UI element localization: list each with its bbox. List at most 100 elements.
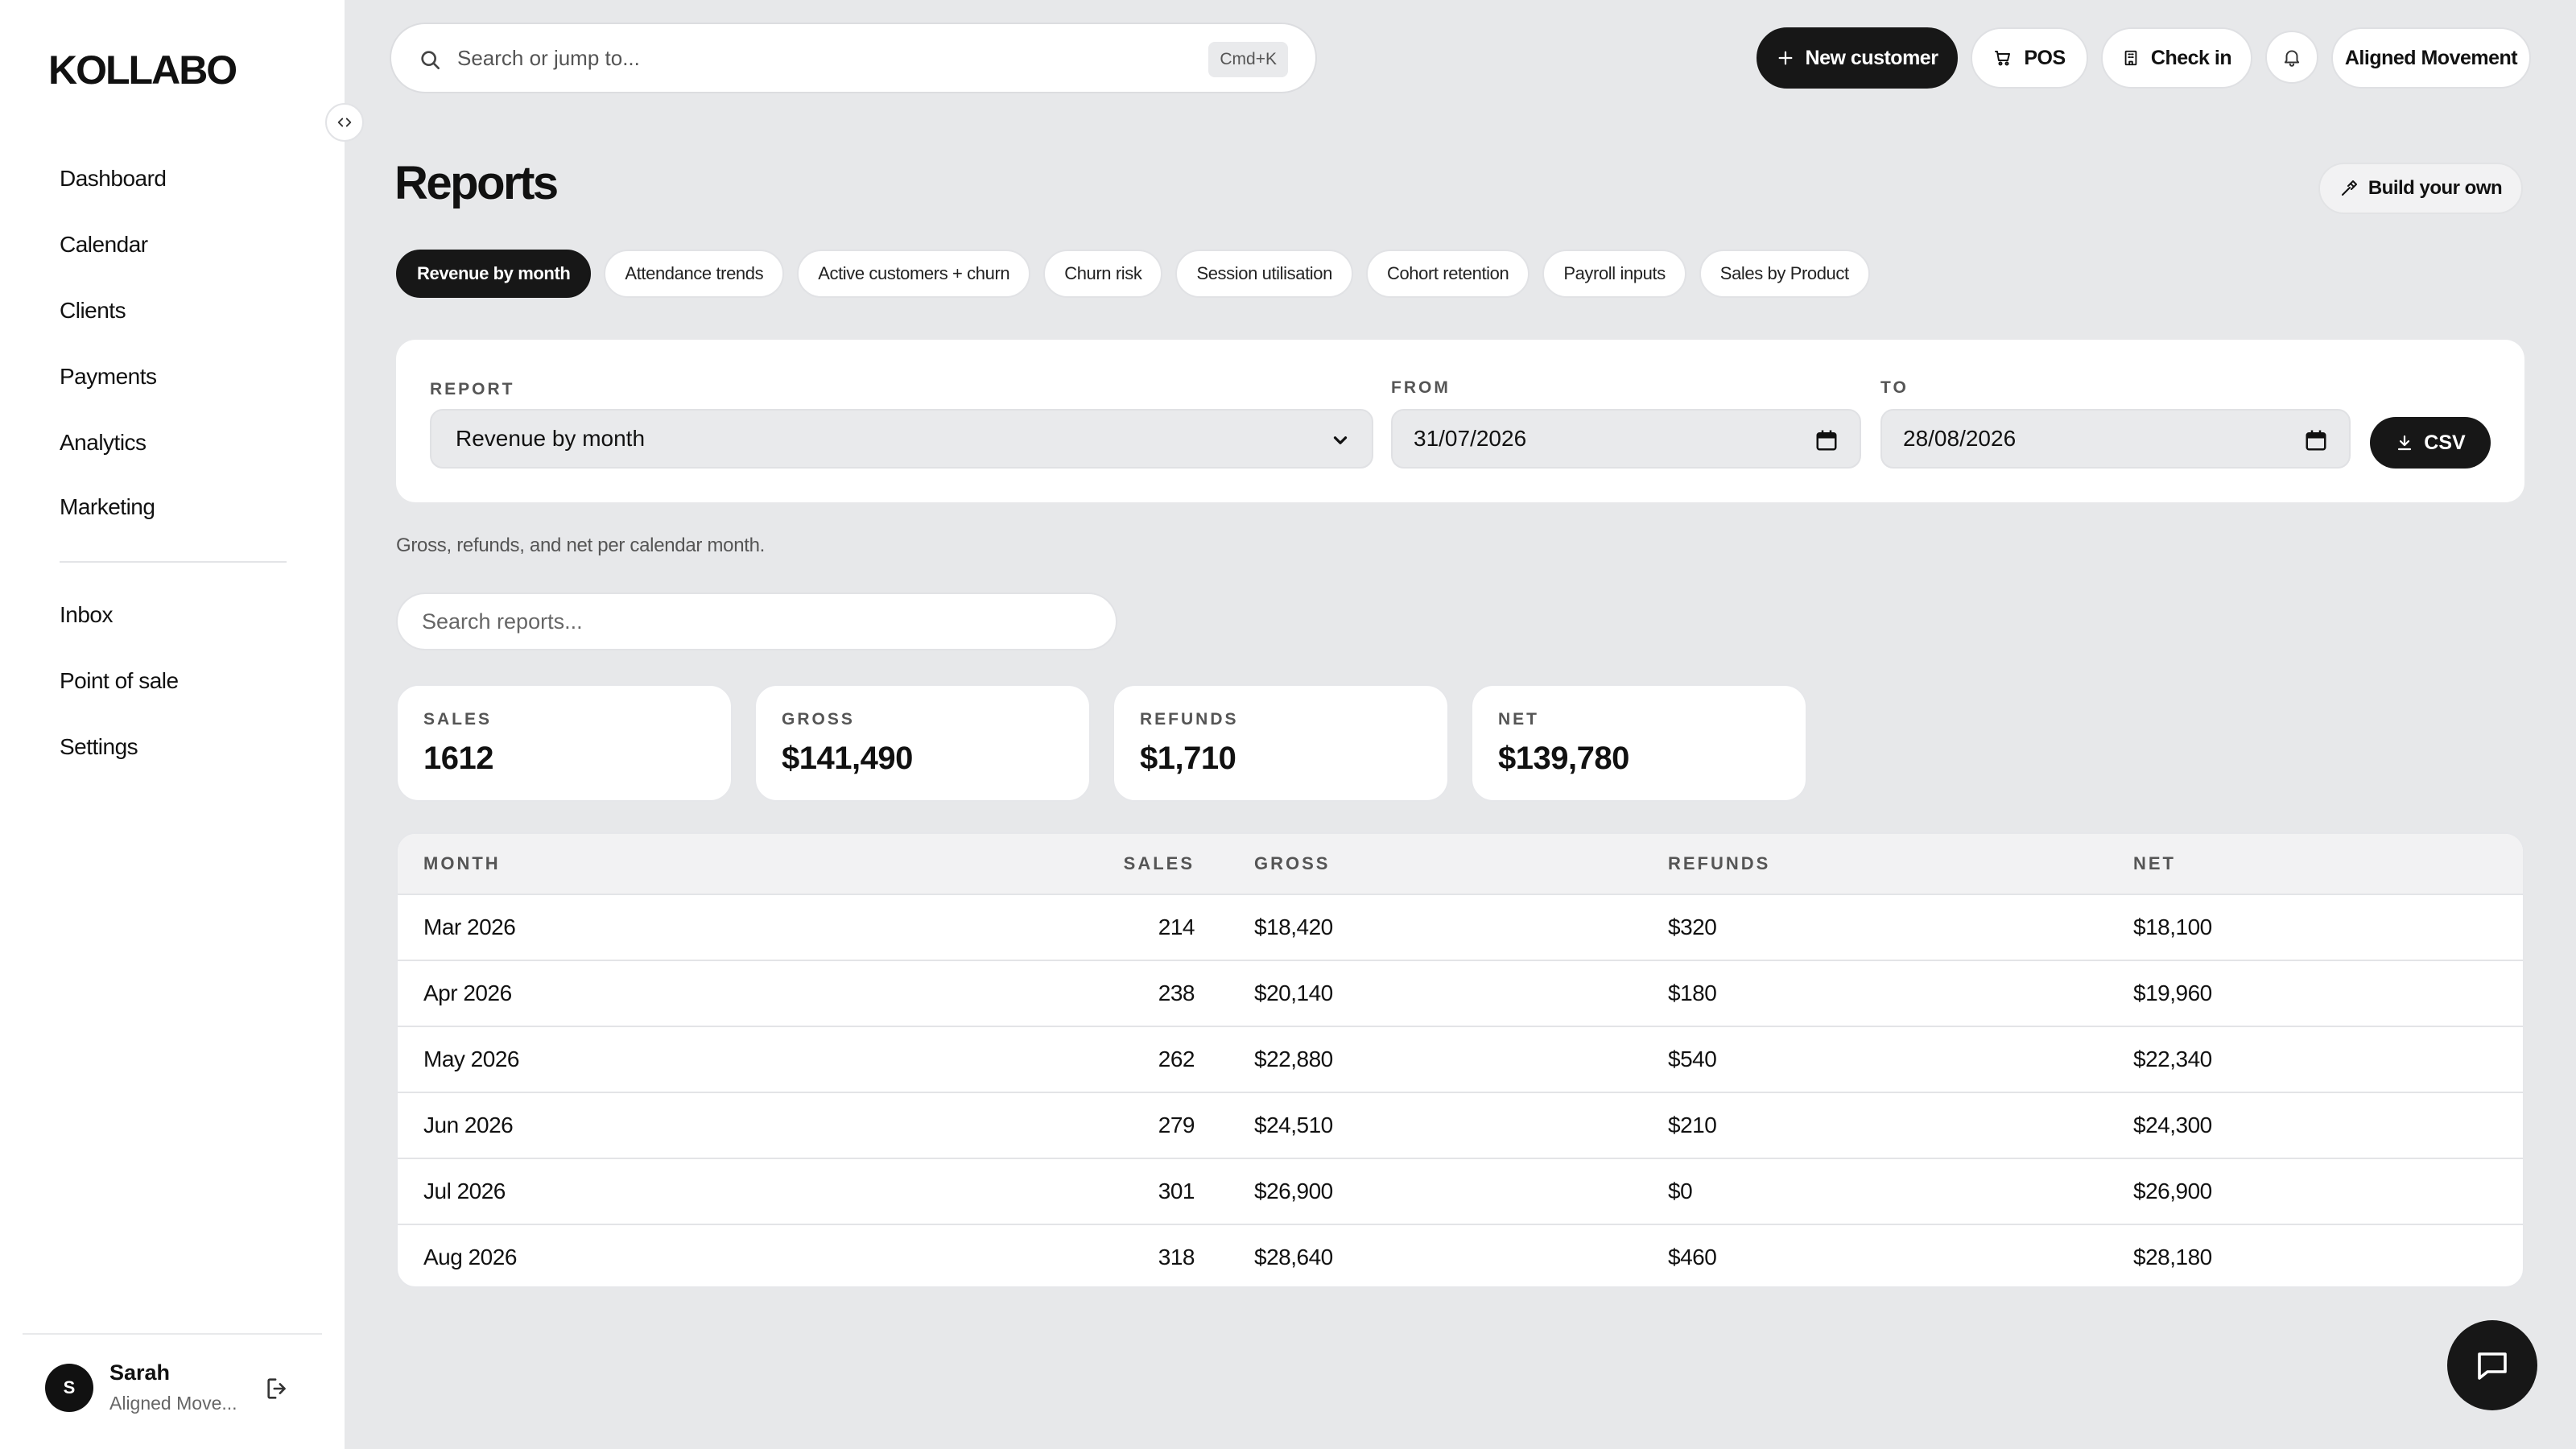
cell-refunds: $180 — [1668, 980, 1717, 1005]
chat-launcher-button[interactable] — [2447, 1320, 2537, 1410]
workspace-switcher[interactable]: Aligned Movement — [2331, 27, 2531, 89]
sidebar-item-marketing[interactable]: Marketing — [60, 494, 155, 520]
sidebar-item-inbox[interactable]: Inbox — [60, 602, 114, 628]
stat-value: 1612 — [423, 741, 493, 776]
avatar[interactable]: S — [45, 1364, 93, 1412]
cell-gross: $28,640 — [1254, 1245, 1333, 1269]
tab-cohort-retention[interactable]: Cohort retention — [1365, 250, 1530, 298]
column-header-sales[interactable]: SALES — [1124, 853, 1195, 874]
chat-icon — [2478, 1352, 2507, 1380]
app-logo[interactable]: KOLLABO — [48, 47, 237, 93]
calendar-icon[interactable] — [2304, 428, 2328, 452]
report-filter-card: REPORT Revenue by month FROM 31/07/2026 … — [396, 340, 2524, 502]
cell-gross: $26,900 — [1254, 1179, 1333, 1203]
stat-value: $141,490 — [782, 741, 913, 776]
to-date-input[interactable]: 28/08/2026 — [1880, 409, 2351, 469]
cell-sales: 279 — [1158, 1113, 1195, 1137]
workspace-label: Aligned Movement — [2344, 46, 2518, 69]
user-divider — [23, 1333, 322, 1335]
sidebar-item-point-of-sale[interactable]: Point of sale — [60, 668, 179, 694]
column-header-gross[interactable]: GROSS — [1254, 853, 1330, 874]
cell-net: $28,180 — [2133, 1245, 2212, 1269]
cell-refunds: $540 — [1668, 1046, 1717, 1071]
tab-session-utilisation[interactable]: Session utilisation — [1175, 250, 1353, 298]
bell-icon — [2284, 50, 2300, 67]
stat-card-refunds: REFUNDS $1,710 — [1113, 684, 1449, 802]
table-row: Jul 2026 301 $26,900 $0 $26,900 — [398, 1159, 2523, 1225]
cell-net: $19,960 — [2133, 980, 2212, 1005]
stat-card-gross: GROSS $141,490 — [754, 684, 1091, 802]
csv-export-button[interactable]: CSV — [2370, 417, 2491, 469]
revenue-table: MONTH SALES GROSS REFUNDS NET Mar 2026 2… — [396, 832, 2524, 1288]
check-in-button[interactable]: Check in — [2101, 27, 2252, 89]
from-date-input[interactable]: 31/07/2026 — [1391, 409, 1861, 469]
report-description: Gross, refunds, and net per calendar mon… — [396, 535, 766, 556]
stat-value: $1,710 — [1140, 741, 1236, 776]
calendar-icon[interactable] — [1814, 428, 1839, 452]
report-select-value: Revenue by month — [456, 426, 646, 451]
notifications-button[interactable] — [2265, 31, 2318, 84]
cell-gross: $20,140 — [1254, 980, 1333, 1005]
build-your-own-label: Build your own — [2368, 177, 2503, 199]
cell-month: Mar 2026 — [423, 914, 516, 939]
table-row: Mar 2026 214 $18,420 $320 $18,100 — [398, 895, 2523, 961]
cell-sales: 238 — [1158, 980, 1195, 1005]
cell-month: May 2026 — [423, 1046, 519, 1071]
pos-button[interactable]: POS — [1971, 27, 2088, 89]
from-date-label: FROM — [1391, 378, 1451, 397]
cell-gross: $22,880 — [1254, 1046, 1333, 1071]
cell-refunds: $0 — [1668, 1179, 1693, 1203]
cell-net: $18,100 — [2133, 914, 2212, 939]
stat-label: GROSS — [782, 710, 855, 729]
global-search-input[interactable]: Search or jump to... Cmd+K — [390, 23, 1317, 93]
sidebar-item-calendar[interactable]: Calendar — [60, 232, 148, 258]
sidebar-item-clients[interactable]: Clients — [60, 298, 126, 324]
cell-month: Aug 2026 — [423, 1245, 517, 1269]
sidebar-item-settings[interactable]: Settings — [60, 734, 138, 760]
page-title: Reports — [394, 157, 559, 209]
stat-label: SALES — [423, 710, 493, 729]
hammer-icon — [2341, 180, 2357, 196]
plus-icon — [1778, 51, 1792, 65]
tab-churn-risk[interactable]: Churn risk — [1043, 250, 1163, 298]
column-header-refunds[interactable]: REFUNDS — [1668, 853, 1770, 874]
to-date-value: 28/08/2026 — [1903, 426, 2017, 451]
cell-month: Jul 2026 — [423, 1179, 506, 1203]
column-header-net[interactable]: NET — [2133, 853, 2176, 874]
cell-refunds: $210 — [1668, 1113, 1717, 1137]
check-in-label: Check in — [2150, 46, 2232, 69]
report-tabs: Revenue by month Attendance trends Activ… — [396, 250, 1870, 298]
cell-sales: 214 — [1158, 914, 1195, 939]
cell-sales: 318 — [1158, 1245, 1195, 1269]
build-your-own-button[interactable]: Build your own — [2318, 163, 2523, 214]
cell-refunds: $320 — [1668, 914, 1717, 939]
column-header-month[interactable]: MONTH — [423, 853, 501, 874]
stat-card-net: NET $139,780 — [1471, 684, 1807, 802]
stat-card-sales: SALES 1612 — [396, 684, 733, 802]
from-date-value: 31/07/2026 — [1414, 426, 1527, 451]
cell-gross: $24,510 — [1254, 1113, 1333, 1137]
sidebar-item-dashboard[interactable]: Dashboard — [60, 166, 167, 192]
sidebar: KOLLABO Dashboard Calendar Clients Payme… — [0, 0, 345, 1449]
tab-sales-by-product[interactable]: Sales by Product — [1699, 250, 1870, 298]
table-row: May 2026 262 $22,880 $540 $22,340 — [398, 1027, 2523, 1093]
tab-payroll-inputs[interactable]: Payroll inputs — [1542, 250, 1686, 298]
tab-attendance-trends[interactable]: Attendance trends — [604, 250, 785, 298]
stat-value: $139,780 — [1498, 741, 1629, 776]
cell-sales: 301 — [1158, 1179, 1195, 1203]
download-icon — [2398, 435, 2412, 451]
sidebar-collapse-button[interactable] — [325, 103, 364, 142]
report-select[interactable]: Revenue by month — [430, 409, 1373, 469]
tab-active-customers-churn[interactable]: Active customers + churn — [797, 250, 1031, 298]
table-header: MONTH SALES GROSS REFUNDS NET — [398, 834, 2523, 895]
stat-label: REFUNDS — [1140, 710, 1239, 729]
sidebar-item-payments[interactable]: Payments — [60, 364, 157, 390]
sidebar-item-analytics[interactable]: Analytics — [60, 430, 147, 456]
search-placeholder: Search or jump to... — [457, 46, 640, 70]
logout-icon[interactable] — [264, 1375, 291, 1402]
report-search-placeholder: Search reports... — [422, 609, 583, 634]
cart-icon — [1995, 51, 2011, 66]
new-customer-button[interactable]: New customer — [1757, 27, 1958, 89]
tab-revenue-by-month[interactable]: Revenue by month — [396, 250, 592, 298]
report-search-input[interactable]: Search reports... — [396, 592, 1117, 650]
